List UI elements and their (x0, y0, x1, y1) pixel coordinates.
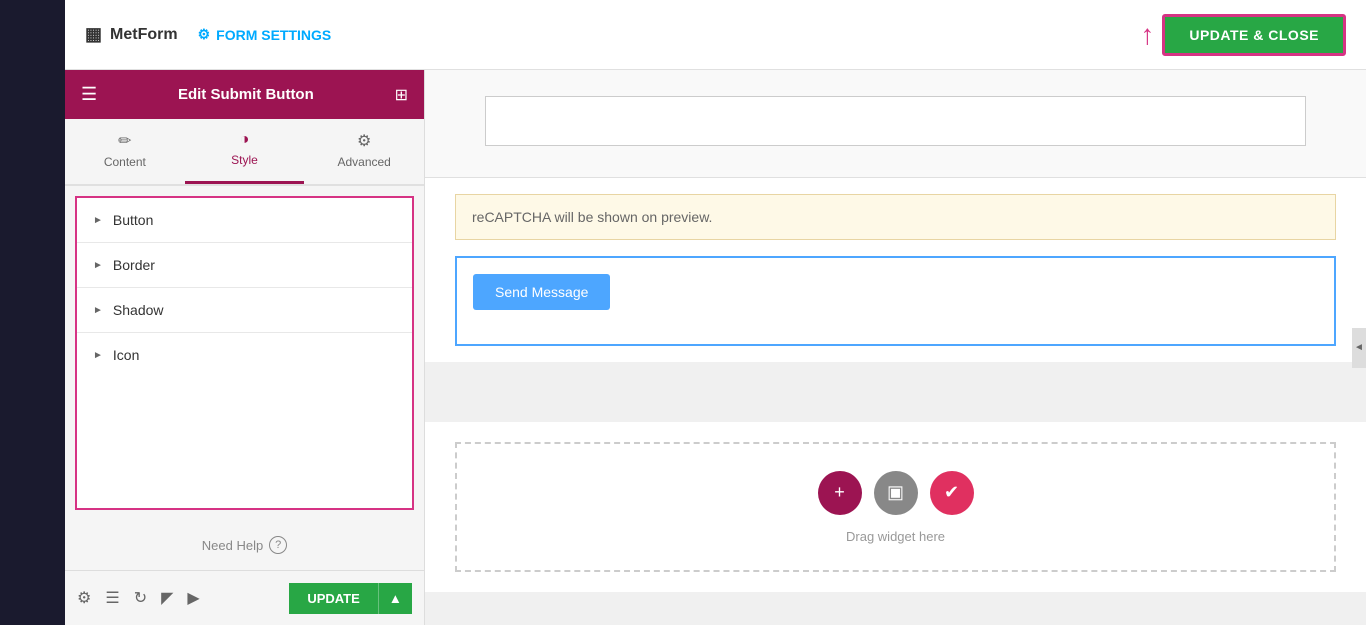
section-button-label: Button (113, 212, 153, 228)
update-close-button[interactable]: UPDATE & CLOSE (1162, 14, 1346, 56)
help-icon[interactable]: ? (269, 536, 287, 554)
form-top-section (425, 70, 1366, 178)
tab-style-label: Style (231, 153, 258, 167)
metform-logo: ▦ MetForm (85, 24, 178, 45)
section-icon[interactable]: ► Icon (77, 333, 412, 377)
chevron-right-icon: ► (93, 215, 103, 226)
tab-style[interactable]: ◑ Style (185, 119, 305, 184)
sidebar-title: Edit Submit Button (178, 86, 314, 103)
tab-advanced[interactable]: ⚙ Advanced (304, 119, 424, 184)
chevron-right-icon-2: ► (93, 260, 103, 271)
collapse-handle[interactable]: ◄ (1352, 328, 1366, 368)
bottom-toolbar: ⚙ ☰ ↻ ◤ ▶ UPDATE ▲ (65, 570, 424, 625)
widget-elementor-button[interactable]: ✔ (930, 471, 974, 515)
widget-folder-button[interactable]: ▣ (874, 471, 918, 515)
gray-section (425, 362, 1366, 422)
need-help-label: Need Help (202, 538, 263, 553)
section-border[interactable]: ► Border (77, 243, 412, 288)
form-settings-label: FORM SETTINGS (216, 27, 331, 43)
tab-content[interactable]: ✏ Content (65, 119, 185, 184)
arrow-indicator: ↑ (1140, 19, 1154, 51)
recaptcha-notice: reCAPTCHA will be shown on preview. (455, 194, 1336, 240)
responsive-icon[interactable]: ◤ (161, 588, 173, 608)
section-shadow-label: Shadow (113, 302, 164, 318)
logo-text: MetForm (110, 26, 178, 44)
need-help: Need Help ? (65, 520, 424, 570)
update-btn-group: UPDATE ▲ (289, 583, 412, 614)
chevron-right-icon-4: ► (93, 350, 103, 361)
drag-widget-label: Drag widget here (846, 529, 945, 544)
tab-advanced-label: Advanced (337, 155, 390, 169)
sidebar-header: ☰ Edit Submit Button ⊞ (65, 70, 424, 119)
hamburger-icon[interactable]: ☰ (81, 84, 97, 105)
top-bar: ▦ MetForm ⚙ FORM SETTINGS ↑ UPDATE & CLO… (65, 0, 1366, 70)
form-settings-link[interactable]: ⚙ FORM SETTINGS (198, 26, 332, 43)
top-bar-left: ▦ MetForm ⚙ FORM SETTINGS (85, 24, 331, 45)
drag-widget-section: + ▣ ✔ Drag widget here (455, 442, 1336, 572)
tabs-row: ✏ Content ◑ Style ⚙ Advanced (65, 119, 424, 186)
body-area: ☰ Edit Submit Button ⊞ ✏ Content ◑ Style (65, 70, 1366, 625)
content-tab-icon: ✏ (118, 131, 131, 151)
add-widget-button[interactable]: + (818, 471, 862, 515)
send-message-button[interactable]: Send Message (473, 274, 610, 310)
layers-icon[interactable]: ☰ (105, 588, 119, 608)
history-icon[interactable]: ↻ (134, 588, 147, 608)
update-button[interactable]: UPDATE (289, 583, 377, 614)
widget-buttons: + ▣ ✔ (818, 471, 974, 515)
section-button[interactable]: ► Button (77, 198, 412, 243)
eye-icon[interactable]: ▶ (187, 588, 199, 608)
tab-content-label: Content (104, 155, 146, 169)
section-shadow[interactable]: ► Shadow (77, 288, 412, 333)
form-textarea[interactable] (485, 96, 1306, 146)
top-bar-right: ↑ UPDATE & CLOSE (1140, 14, 1346, 56)
preview-container: reCAPTCHA will be shown on preview. Send… (425, 70, 1366, 625)
sections-panel: ► Button ► Border ► Shadow ► Icon (75, 196, 414, 510)
send-message-section: Send Message (455, 256, 1336, 346)
style-tab-icon: ◑ (240, 131, 250, 149)
left-panel (0, 0, 65, 625)
advanced-tab-icon: ⚙ (357, 131, 371, 151)
update-dropdown-button[interactable]: ▲ (378, 583, 412, 614)
recaptcha-text: reCAPTCHA will be shown on preview. (472, 209, 712, 225)
gear-icon: ⚙ (198, 26, 211, 43)
section-icon-label: Icon (113, 347, 139, 363)
logo-icon: ▦ (85, 24, 102, 45)
sidebar: ☰ Edit Submit Button ⊞ ✏ Content ◑ Style (65, 70, 425, 625)
section-border-label: Border (113, 257, 155, 273)
chevron-right-icon-3: ► (93, 305, 103, 316)
preview-area: reCAPTCHA will be shown on preview. Send… (425, 70, 1366, 592)
settings-icon[interactable]: ⚙ (77, 588, 91, 608)
grid-icon[interactable]: ⊞ (395, 85, 408, 105)
